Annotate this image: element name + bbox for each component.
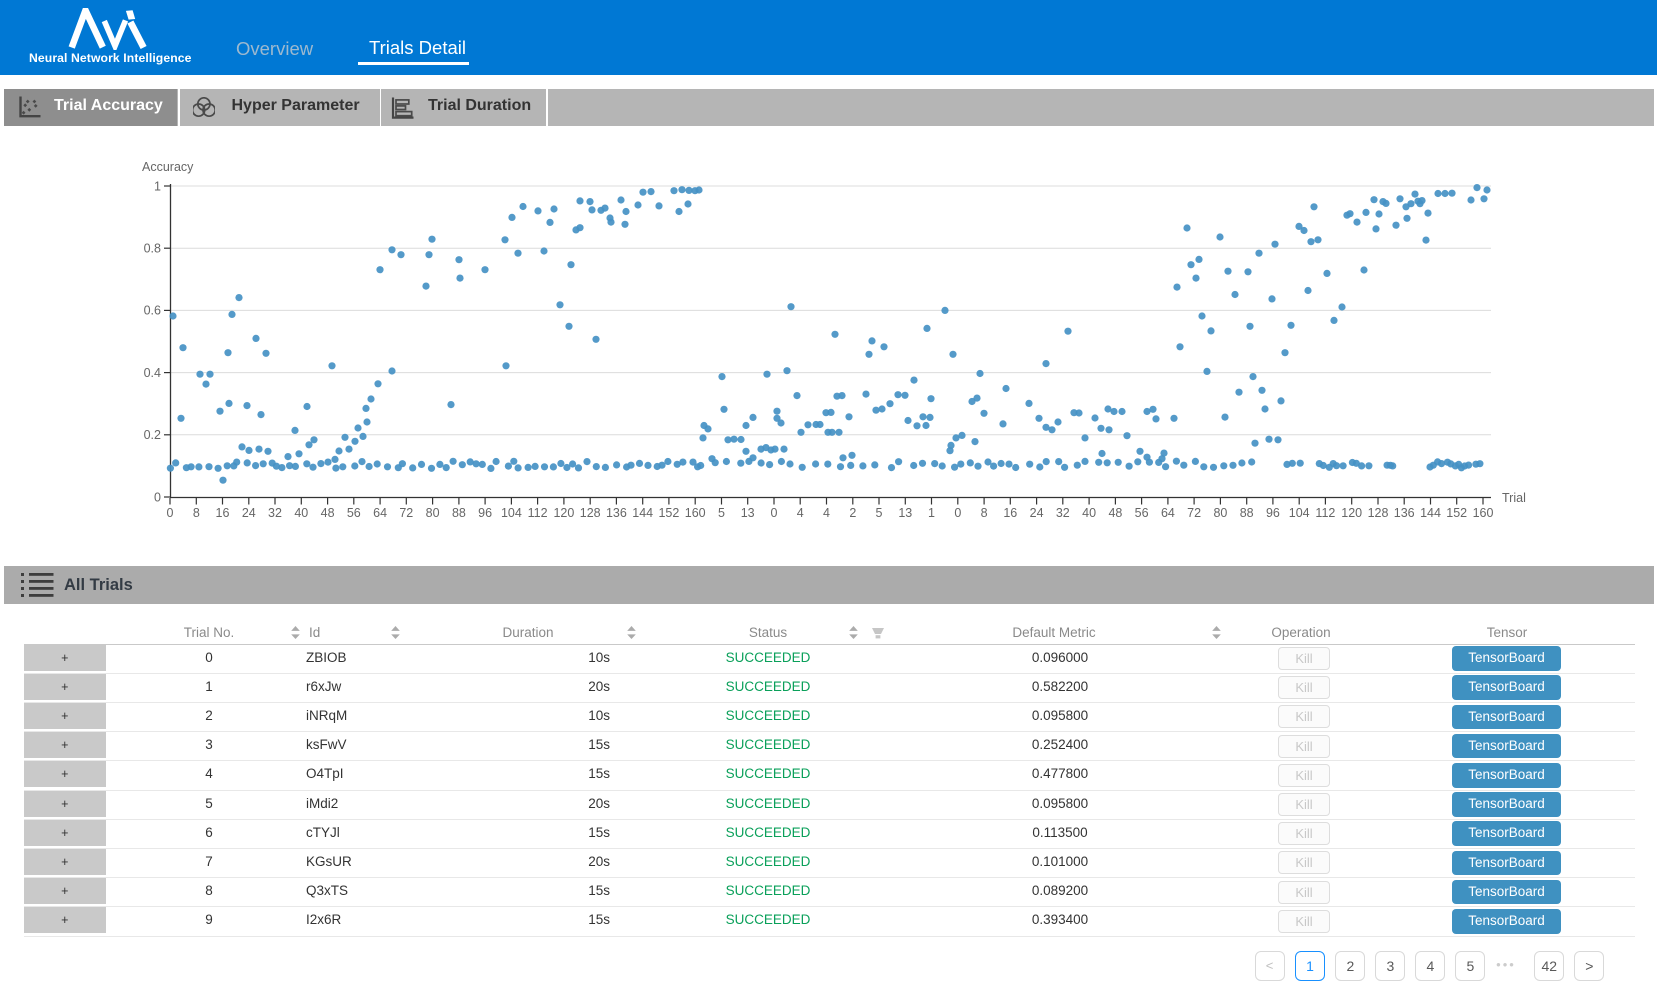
svg-text:8: 8: [981, 506, 988, 520]
svg-text:56: 56: [1135, 506, 1149, 520]
svg-text:5: 5: [718, 506, 725, 520]
svg-text:4: 4: [797, 506, 804, 520]
svg-text:2: 2: [849, 506, 856, 520]
svg-text:128: 128: [1368, 506, 1389, 520]
svg-text:40: 40: [1082, 506, 1096, 520]
svg-text:Accuracy: Accuracy: [142, 160, 194, 174]
svg-text:96: 96: [478, 506, 492, 520]
svg-text:64: 64: [373, 506, 387, 520]
svg-text:144: 144: [1420, 506, 1441, 520]
svg-text:24: 24: [1030, 506, 1044, 520]
svg-text:56: 56: [347, 506, 361, 520]
svg-text:160: 160: [685, 506, 706, 520]
svg-text:40: 40: [294, 506, 308, 520]
svg-text:88: 88: [1240, 506, 1254, 520]
svg-text:24: 24: [242, 506, 256, 520]
svg-text:64: 64: [1161, 506, 1175, 520]
svg-text:112: 112: [528, 506, 548, 520]
svg-text:80: 80: [426, 506, 440, 520]
svg-text:1: 1: [154, 179, 161, 193]
svg-text:32: 32: [1056, 506, 1070, 520]
svg-text:136: 136: [1394, 506, 1415, 520]
svg-text:160: 160: [1473, 506, 1494, 520]
svg-text:112: 112: [1315, 506, 1335, 520]
svg-text:8: 8: [193, 506, 200, 520]
svg-text:0.2: 0.2: [144, 428, 161, 442]
svg-text:152: 152: [658, 506, 679, 520]
svg-text:80: 80: [1213, 506, 1227, 520]
svg-text:16: 16: [1003, 506, 1017, 520]
svg-text:0: 0: [167, 506, 174, 520]
svg-text:Trial: Trial: [1502, 491, 1526, 505]
svg-text:104: 104: [501, 506, 522, 520]
svg-text:0: 0: [771, 506, 778, 520]
svg-text:72: 72: [1187, 506, 1201, 520]
svg-text:144: 144: [632, 506, 653, 520]
svg-text:16: 16: [216, 506, 230, 520]
svg-text:96: 96: [1266, 506, 1280, 520]
svg-text:13: 13: [741, 506, 755, 520]
svg-text:136: 136: [606, 506, 627, 520]
svg-text:0: 0: [154, 490, 161, 504]
svg-text:32: 32: [268, 506, 282, 520]
svg-text:48: 48: [1108, 506, 1122, 520]
svg-text:0: 0: [954, 506, 961, 520]
svg-text:152: 152: [1446, 506, 1467, 520]
svg-text:0.8: 0.8: [144, 242, 161, 256]
svg-text:0.6: 0.6: [144, 304, 161, 318]
svg-text:1: 1: [928, 506, 935, 520]
svg-text:104: 104: [1289, 506, 1310, 520]
svg-text:120: 120: [1341, 506, 1362, 520]
svg-text:128: 128: [580, 506, 601, 520]
svg-text:120: 120: [553, 506, 574, 520]
svg-text:0.4: 0.4: [144, 366, 161, 380]
svg-text:5: 5: [876, 506, 883, 520]
svg-text:72: 72: [399, 506, 413, 520]
svg-text:13: 13: [898, 506, 912, 520]
svg-text:88: 88: [452, 506, 466, 520]
svg-text:4: 4: [823, 506, 830, 520]
svg-text:48: 48: [321, 506, 335, 520]
